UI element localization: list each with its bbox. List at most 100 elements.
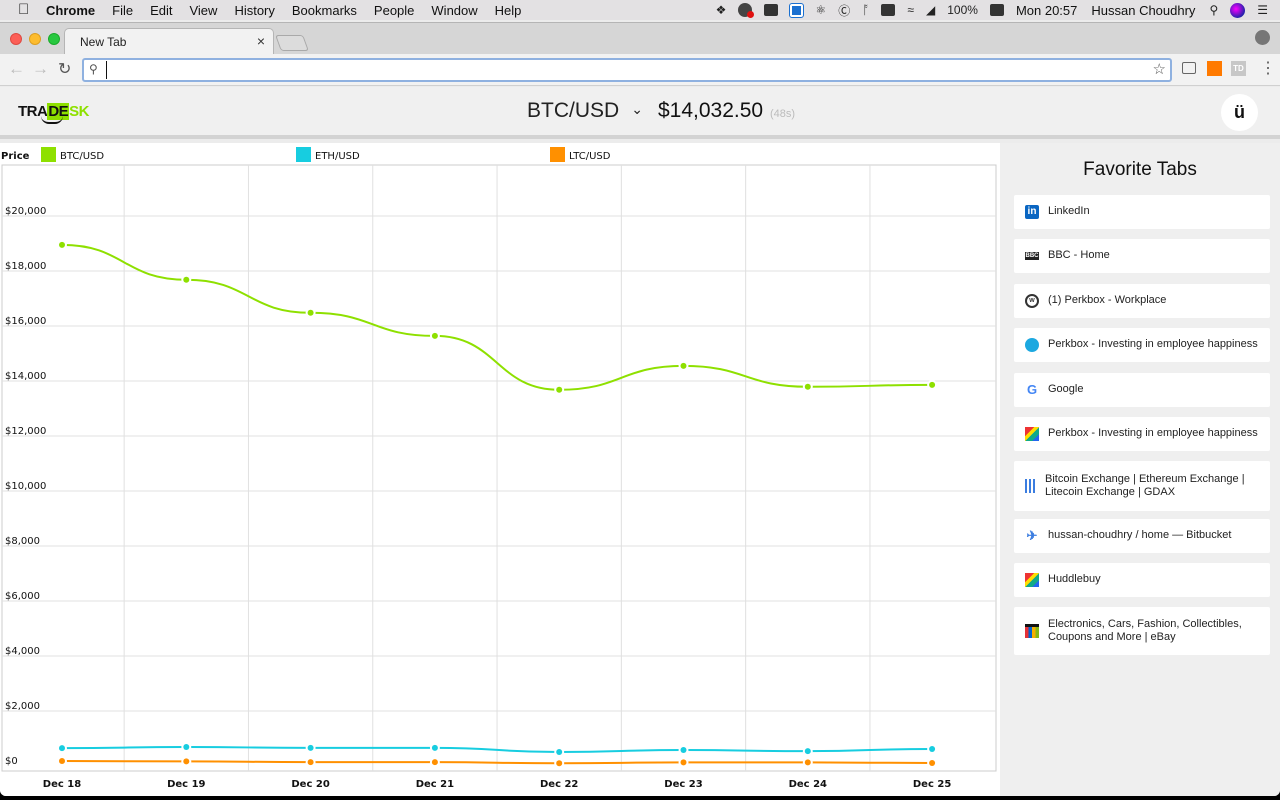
legend-swatch[interactable] bbox=[296, 147, 311, 162]
perkbox-icon bbox=[1025, 338, 1039, 352]
favorite-tab-label: Google bbox=[1048, 383, 1084, 396]
menu-history[interactable]: History bbox=[234, 3, 274, 18]
data-point[interactable] bbox=[307, 309, 314, 316]
battery-icon[interactable] bbox=[989, 4, 1004, 16]
memory-icon[interactable] bbox=[881, 4, 896, 16]
menu-app-name[interactable]: Chrome bbox=[46, 3, 95, 18]
data-point[interactable] bbox=[556, 748, 563, 755]
data-point[interactable] bbox=[59, 758, 65, 765]
tab-close-icon[interactable]: × bbox=[257, 33, 265, 49]
gdax-icon bbox=[1025, 479, 1036, 493]
data-point[interactable] bbox=[59, 745, 65, 752]
favorite-tabs-sidebar: Favorite Tabs in LinkedIn BBC BBC - Home w (1… bbox=[1000, 143, 1280, 796]
y-tick-label: $12,000 bbox=[5, 426, 46, 437]
menu-edit[interactable]: Edit bbox=[150, 3, 172, 18]
siri-icon[interactable] bbox=[1230, 2, 1246, 18]
tradesk-logo[interactable]: TRADESK bbox=[18, 103, 90, 124]
tab-new-tab[interactable]: New Tab × bbox=[64, 28, 274, 55]
x-tick-label: Dec 22 bbox=[540, 779, 578, 790]
menu-view[interactable]: View bbox=[189, 3, 217, 18]
data-point[interactable] bbox=[929, 745, 936, 752]
address-bar[interactable]: ⚲ ☆ bbox=[82, 58, 1172, 82]
airplay-display-icon[interactable] bbox=[764, 4, 779, 16]
x-tick-label: Dec 20 bbox=[291, 779, 329, 790]
data-point[interactable] bbox=[431, 332, 438, 339]
menu-help[interactable]: Help bbox=[495, 3, 522, 18]
data-point[interactable] bbox=[804, 748, 811, 755]
legend-swatch[interactable] bbox=[41, 147, 56, 162]
search-icon: ⚲ bbox=[89, 62, 98, 76]
bookmark-star-icon[interactable]: ☆ bbox=[1153, 60, 1166, 78]
ebay-icon bbox=[1025, 624, 1039, 638]
data-point[interactable] bbox=[680, 759, 687, 766]
forward-icon[interactable]: → bbox=[32, 59, 49, 79]
notification-center-icon[interactable]: ☰ bbox=[1257, 3, 1268, 17]
profile-icon[interactable] bbox=[1255, 30, 1270, 45]
spotlight-search-icon[interactable]: ⚲ bbox=[1209, 3, 1218, 17]
user-menu-button[interactable]: ü bbox=[1221, 94, 1258, 131]
data-point[interactable] bbox=[183, 758, 190, 765]
menubar-status-area: ❖ ⚛ Ⓒ ᚩ ≈ ◢ 100% Mon 20:57 Hussan Choudh… bbox=[716, 0, 1280, 20]
bluetooth-icon[interactable]: ᚩ bbox=[862, 3, 869, 17]
menu-file[interactable]: File bbox=[112, 3, 133, 18]
teamviewer-icon[interactable] bbox=[789, 2, 805, 18]
reload-icon[interactable]: ↻ bbox=[58, 59, 71, 79]
favorite-tab-item[interactable]: Perkbox - Investing in employee happines… bbox=[1014, 417, 1270, 451]
chrome-menu-icon[interactable]: ⋮ bbox=[1260, 58, 1276, 78]
chevron-down-icon: ⌄ bbox=[631, 101, 643, 117]
data-point[interactable] bbox=[431, 759, 438, 766]
extension-orange-icon[interactable] bbox=[1207, 61, 1222, 76]
favorite-tab-item[interactable]: Perkbox - Investing in employee happines… bbox=[1014, 328, 1270, 362]
legend-swatch[interactable] bbox=[550, 147, 565, 162]
legend-label[interactable]: ETH/USD bbox=[315, 151, 360, 162]
skype-icon[interactable]: Ⓒ bbox=[838, 2, 850, 19]
menu-window[interactable]: Window bbox=[431, 3, 477, 18]
data-point[interactable] bbox=[804, 759, 811, 766]
dropbox-icon[interactable]: ❖ bbox=[716, 3, 727, 17]
menu-people[interactable]: People bbox=[374, 3, 414, 18]
favorite-tab-item[interactable]: Huddlebuy bbox=[1014, 563, 1270, 597]
apple-icon[interactable]:  bbox=[18, 2, 32, 17]
legend-label[interactable]: BTC/USD bbox=[60, 151, 104, 162]
legend-label[interactable]: LTC/USD bbox=[569, 151, 611, 162]
favorite-tab-item[interactable]: Electronics, Cars, Fashion, Collectibles… bbox=[1014, 607, 1270, 655]
data-point[interactable] bbox=[307, 744, 314, 751]
data-point[interactable] bbox=[929, 759, 936, 766]
menubar-user[interactable]: Hussan Choudhry bbox=[1091, 3, 1195, 18]
data-point[interactable] bbox=[556, 386, 563, 393]
data-point[interactable] bbox=[556, 760, 563, 767]
menubar-clock[interactable]: Mon 20:57 bbox=[1016, 3, 1077, 18]
data-point[interactable] bbox=[307, 759, 314, 766]
favorite-tab-item[interactable]: G Google bbox=[1014, 373, 1270, 407]
huddlebuy-icon bbox=[1025, 427, 1039, 441]
app-status-icon[interactable]: ⚛ bbox=[815, 3, 826, 17]
cast-icon[interactable] bbox=[1182, 62, 1196, 74]
favorite-tab-item[interactable]: w (1) Perkbox - Workplace bbox=[1014, 284, 1270, 318]
data-point[interactable] bbox=[929, 381, 936, 388]
favorite-tab-item[interactable]: BBC BBC - Home bbox=[1014, 239, 1270, 273]
data-point[interactable] bbox=[804, 383, 811, 390]
extension-tradesk-icon[interactable]: TD bbox=[1231, 61, 1246, 76]
data-point[interactable] bbox=[183, 276, 190, 283]
data-point[interactable] bbox=[680, 747, 687, 754]
volume-icon[interactable]: ◢ bbox=[926, 3, 935, 17]
x-tick-label: Dec 24 bbox=[789, 779, 827, 790]
pair-selector[interactable]: BTC/USD ⌄ bbox=[527, 99, 643, 123]
favorite-tab-item[interactable]: in LinkedIn bbox=[1014, 195, 1270, 229]
wifi-icon[interactable]: ≈ bbox=[907, 3, 914, 17]
menu-bookmarks[interactable]: Bookmarks bbox=[292, 3, 357, 18]
recording-icon[interactable] bbox=[738, 3, 755, 18]
data-point[interactable] bbox=[431, 744, 438, 751]
new-tab-button[interactable] bbox=[275, 35, 309, 51]
data-point[interactable] bbox=[680, 362, 687, 369]
address-input[interactable] bbox=[106, 61, 1136, 79]
data-point[interactable] bbox=[183, 744, 190, 751]
logo-part-3: SK bbox=[69, 103, 90, 120]
favorite-tab-item[interactable]: ✈ hussan-choudhry / home — Bitbucket bbox=[1014, 519, 1270, 553]
window-minimize-button[interactable] bbox=[29, 33, 41, 45]
window-close-button[interactable] bbox=[10, 33, 22, 45]
data-point[interactable] bbox=[59, 241, 65, 248]
window-zoom-button[interactable] bbox=[48, 33, 60, 45]
favorite-tab-item[interactable]: Bitcoin Exchange | Ethereum Exchange | L… bbox=[1014, 461, 1270, 511]
back-icon[interactable]: ← bbox=[8, 59, 25, 79]
